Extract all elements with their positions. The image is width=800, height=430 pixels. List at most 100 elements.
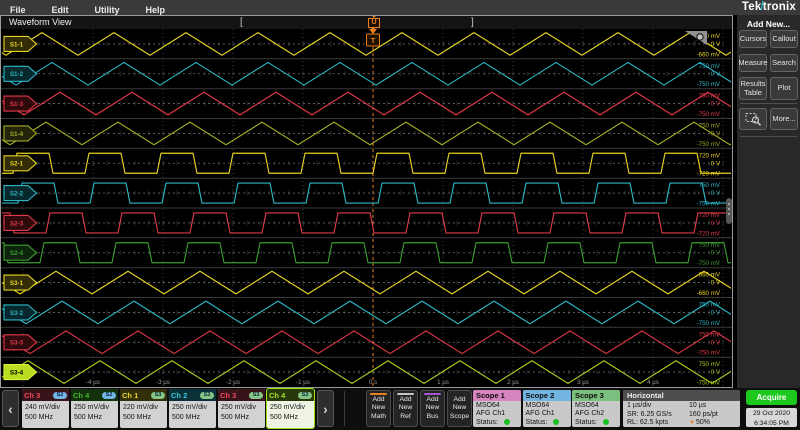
channel-badge-S1-4[interactable]: S1-4 — [4, 126, 37, 141]
channel-badge-S3-4[interactable]: S3-4 — [4, 365, 37, 380]
trigger-position-marker[interactable]: U — [367, 16, 380, 29]
channel-name: Ch 2 — [171, 391, 187, 400]
channel-badge-S3-2[interactable]: S3-2 — [4, 305, 37, 320]
trigger-badge[interactable]: T — [367, 29, 380, 46]
channel-badge-s2-ch4[interactable]: Ch 4S2250 mV/div500 MHz — [71, 389, 118, 428]
logo-text-right: tronix — [763, 1, 796, 13]
callout-button[interactable]: Callout — [770, 30, 798, 48]
scale-label: -750 mV — [697, 350, 721, 357]
channel-slice-S3-3: S3-3750 mV0 V-750 mV — [1, 327, 732, 356]
channel-badge-S3-1[interactable]: S3-1 — [4, 275, 37, 290]
waveform-plot[interactable]: S1-1660 mV0 V-660 mVS1-2750 mV0 V-750 mV… — [1, 29, 732, 387]
time-label: -2 µs — [226, 379, 240, 386]
scale-label: -750 mV — [697, 201, 721, 208]
add-button-stripe — [397, 393, 414, 395]
more-button[interactable]: More... — [770, 108, 798, 130]
scope-panel-3[interactable]: Scope 3MSO64AFG Ch2Status: — [572, 390, 620, 427]
scale-label: 720 mV — [699, 212, 721, 219]
channel-badge-S3-3[interactable]: S3-3 — [4, 335, 37, 350]
scale-label: 0 V — [711, 160, 721, 167]
panel-drag-handle[interactable] — [726, 198, 732, 224]
scale-label: 0 V — [711, 130, 721, 137]
cursors-button[interactable]: Cursors — [739, 30, 767, 48]
channel-slice-S3-1: S3-1660 mV0 V-660 mV — [1, 268, 732, 297]
svg-text:S2-1: S2-1 — [10, 161, 24, 168]
add-new-ref-button[interactable]: AddNewRef — [393, 390, 418, 427]
scope-afg: AFG Ch2 — [575, 410, 617, 418]
scope-panel-title: Scope 2 — [523, 390, 571, 401]
bandwidth-value: 500 MHz — [270, 413, 311, 423]
channel-badge-s3-ch4[interactable]: Ch 4S3250 mV/div500 MHz — [267, 389, 314, 428]
scale-label: 0 V — [711, 71, 721, 78]
add-new-math-button[interactable]: AddNewMath — [366, 390, 391, 427]
channel-badge-s3-ch3[interactable]: Ch 3S3250 mV/div500 MHz — [218, 389, 265, 428]
scope-panel-1[interactable]: Scope 1MSO64AFG Ch1Status: — [473, 390, 521, 427]
channel-badge-header: Ch 3S3 — [218, 389, 265, 401]
channel-badge-s3-ch1[interactable]: Ch 1S3220 mV/div500 MHz — [120, 389, 167, 428]
scroll-right-button[interactable]: › — [317, 390, 334, 427]
channel-badge-S2-4[interactable]: S2-4 — [4, 245, 37, 260]
scroll-left-button[interactable]: ‹ — [2, 390, 19, 427]
results-table-button[interactable]: Results Table — [739, 77, 767, 100]
waveform-trace-S1-3[interactable] — [1, 92, 732, 115]
channel-badge-S2-2[interactable]: S2-2 — [4, 186, 37, 201]
svg-text:S1-4: S1-4 — [10, 131, 24, 138]
vdiv-value: 240 mV/div — [25, 403, 66, 413]
acquire-button[interactable]: Acquire — [746, 390, 797, 405]
time-label: -4 µs — [86, 379, 100, 386]
waveform-trace-S3-2[interactable] — [1, 301, 732, 324]
vdiv-value: 250 mV/div — [221, 403, 262, 413]
waveform-trace-S1-2[interactable] — [1, 62, 732, 85]
channel-name: Ch 4 — [269, 391, 285, 400]
tab-waveform-view[interactable]: Waveform View — [9, 16, 72, 29]
menu-bar: FileEditUtilityHelp Tek/tronix — [0, 0, 800, 15]
scope-model: MSO64 — [526, 402, 568, 410]
waveform-trace-S2-1[interactable] — [1, 153, 732, 173]
add-new-bus-button[interactable]: AddNewBus — [420, 390, 445, 427]
expansion-bracket-right[interactable]: ] — [471, 16, 474, 29]
waveform-trace-S3-1[interactable] — [1, 271, 732, 294]
horizontal-panel[interactable]: Horizontal 1 µs/divSR: 6.25 GS/sRL: 62.5… — [623, 390, 740, 427]
horizontal-value: 160 ps/pt — [689, 411, 718, 420]
waveform-trace-S2-4[interactable] — [1, 243, 732, 263]
channel-badge-header: Ch 4S2 — [71, 389, 118, 401]
channel-badge-s3-ch2[interactable]: Ch 2S3250 mV/div500 MHz — [169, 389, 216, 428]
channel-slice-S1-4: S1-4750 mV0 V-750 mV — [1, 119, 732, 148]
zoom-select-button[interactable] — [739, 108, 767, 130]
waveform-trace-S1-4[interactable] — [1, 122, 732, 145]
waveform-trace-S3-3[interactable] — [1, 331, 732, 354]
channel-badge-body: 250 mV/div500 MHz — [218, 401, 265, 423]
status-indicator — [603, 419, 609, 425]
time-label: 4 µs — [647, 379, 659, 386]
expansion-bracket-left[interactable]: [ — [240, 16, 243, 29]
date-text: 29 Oct 2020 — [746, 409, 797, 419]
waveform-trace-S3-4[interactable] — [1, 361, 732, 384]
waveform-trace-S2-3[interactable] — [1, 213, 732, 233]
bandwidth-value: 500 MHz — [123, 413, 164, 423]
scope-panel-2[interactable]: Scope 2MSO64AFG Ch1Status: — [523, 390, 571, 427]
scope-panel-body: MSO64AFG Ch1Status: — [523, 401, 571, 427]
svg-text:S1-1: S1-1 — [10, 41, 24, 48]
tektronix-logo: Tek/tronix — [742, 0, 796, 15]
waveform-trace-S2-2[interactable] — [1, 183, 732, 203]
bottom-bar: ‹Ch 3S2240 mV/div500 MHzCh 4S2250 mV/div… — [0, 388, 800, 430]
right-sidebar: Add New... CursorsCalloutMeasureSearchRe… — [737, 15, 800, 388]
search-button[interactable]: Search — [770, 54, 798, 72]
bandwidth-value: 500 MHz — [74, 413, 115, 423]
scale-label: -720 mV — [697, 171, 721, 178]
svg-text:S2-3: S2-3 — [10, 220, 24, 227]
svg-text:S2-2: S2-2 — [10, 191, 24, 198]
time-label: 3 µs — [577, 379, 589, 386]
scale-label: 750 mV — [699, 302, 721, 309]
channel-badge-S1-2[interactable]: S1-2 — [4, 66, 37, 81]
add-new-scope-button[interactable]: AddNewScope — [447, 390, 472, 427]
plot-button[interactable]: Plot — [770, 77, 798, 100]
channel-badge-s2-ch3[interactable]: Ch 3S2240 mV/div500 MHz — [22, 389, 69, 428]
channel-badge-S2-1[interactable]: S2-1 — [4, 156, 37, 171]
channel-badge-header: Ch 3S2 — [22, 389, 69, 401]
horizontal-value: 1 µs/div — [627, 402, 689, 411]
channel-badge-S1-3[interactable]: S1-3 — [4, 96, 37, 111]
channel-badge-S2-3[interactable]: S2-3 — [4, 215, 37, 230]
channel-slice-S3-4: S3-4750 mV0 V-750 mV — [1, 357, 732, 386]
measure-button[interactable]: Measure — [739, 54, 767, 72]
